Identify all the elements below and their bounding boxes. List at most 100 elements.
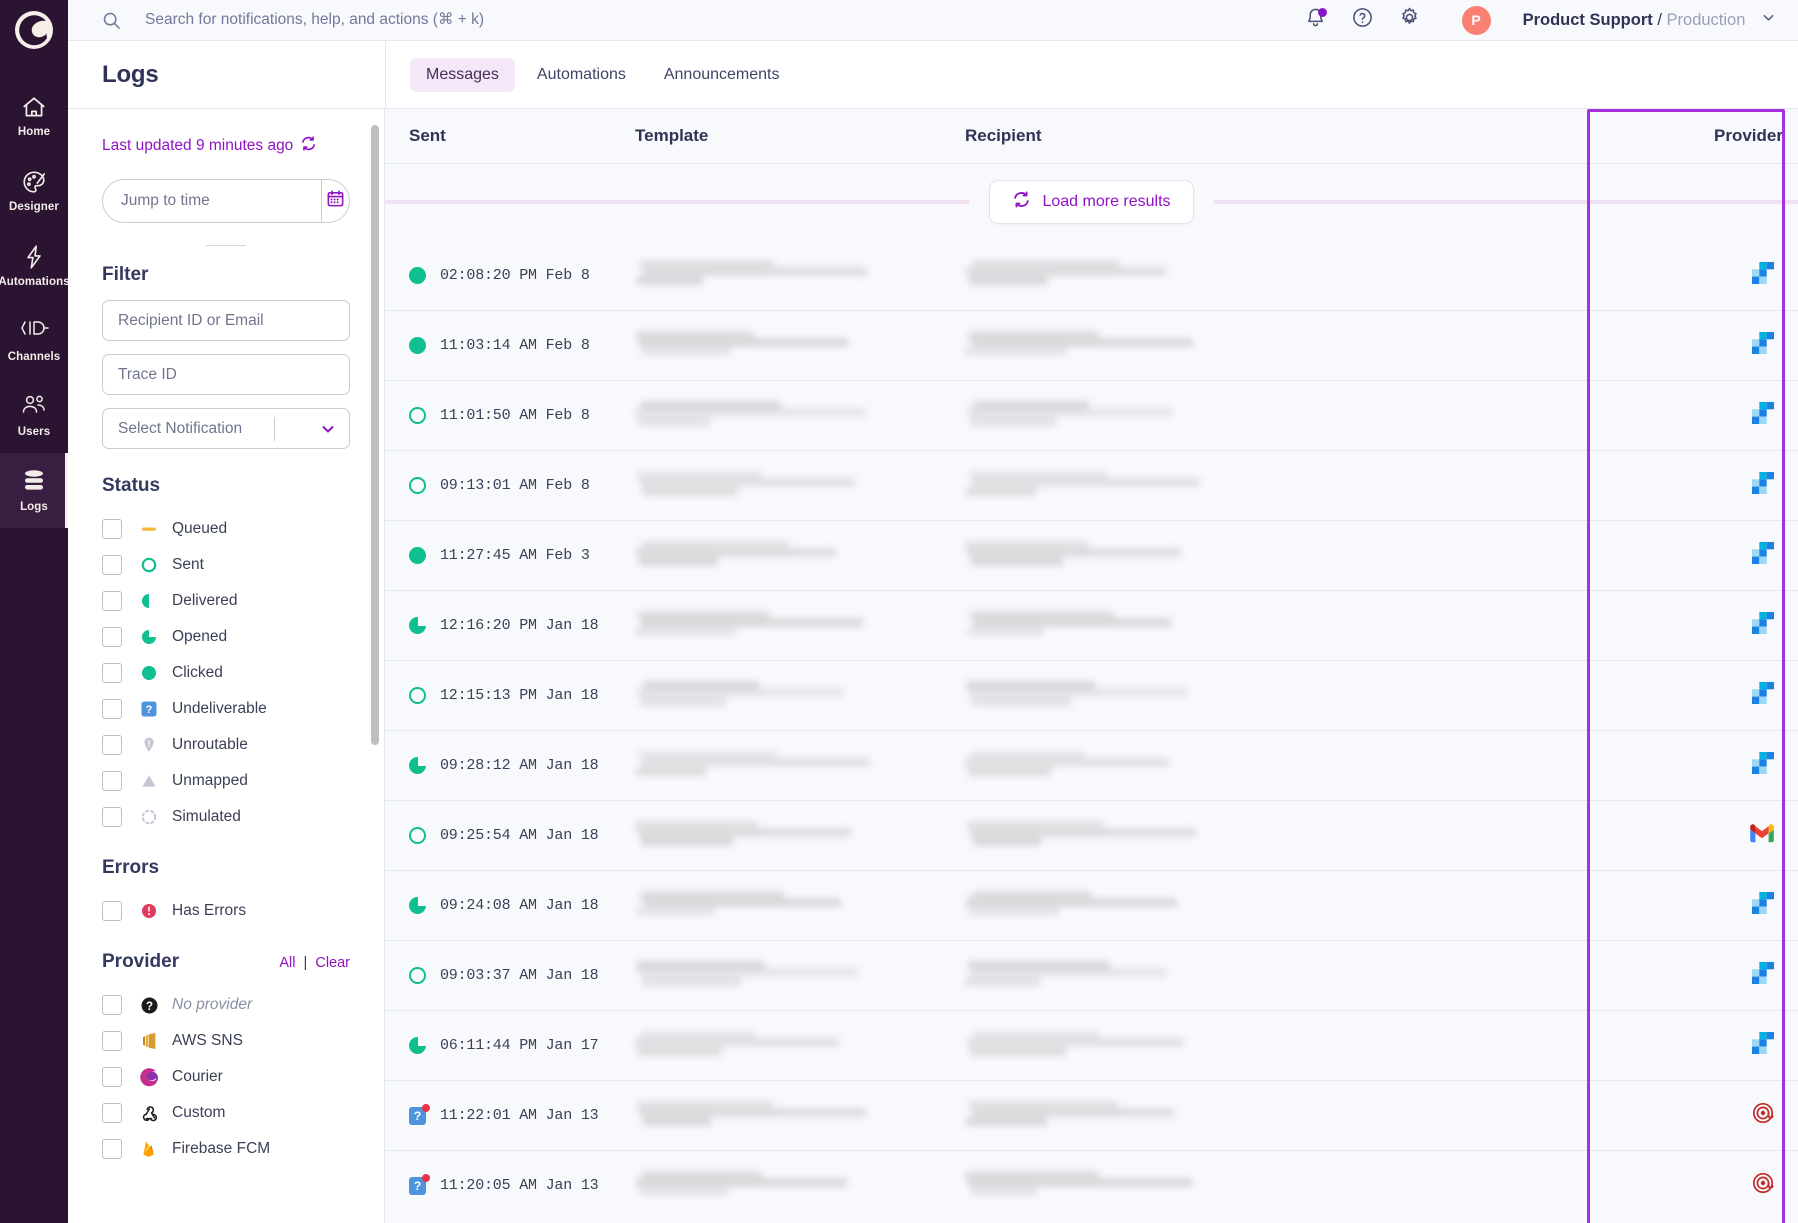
cell-sent: 11:03:14 AM Feb 8 [385, 337, 635, 354]
queued-dash-icon [133, 520, 165, 538]
filter-panel: Last updated 9 minutes ago Jump to time … [68, 109, 385, 1223]
checkbox[interactable] [102, 995, 122, 1015]
provider-filter-courier[interactable]: Courier [102, 1059, 350, 1095]
status-filter-delivered[interactable]: Delivered [102, 583, 350, 619]
tab-automations[interactable]: Automations [521, 58, 642, 92]
redacted-recipient-text [965, 1169, 1600, 1203]
courier-logo[interactable] [0, 4, 68, 56]
unmapped-triangle-icon [133, 772, 165, 790]
column-header-sent[interactable]: Sent [385, 126, 635, 146]
checkbox[interactable] [102, 901, 122, 921]
table-row[interactable]: 12:16:20 PM Jan 18 [385, 590, 1798, 660]
sidebar-item-home[interactable]: Home [0, 78, 68, 153]
table-body: 02:08:20 PM Feb 8 11:03:14 AM Feb 8 11:01:… [385, 240, 1798, 1220]
redacted-recipient-text [965, 609, 1600, 643]
checkbox[interactable] [102, 735, 122, 755]
checkbox[interactable] [102, 663, 122, 683]
load-more-line-right [1213, 200, 1798, 204]
load-more-band: Load more results [385, 164, 1798, 240]
tab-messages[interactable]: Messages [410, 57, 515, 92]
provider-clear[interactable]: Clear [315, 955, 350, 971]
checkbox[interactable] [102, 807, 122, 827]
table-row[interactable]: 06:11:44 PM Jan 17 [385, 1010, 1798, 1080]
checkbox[interactable] [102, 771, 122, 791]
cell-template [635, 399, 965, 433]
status-sent-icon [409, 967, 426, 984]
status-filter-unmapped[interactable]: Unmapped [102, 763, 350, 799]
status-filter-opened[interactable]: Opened [102, 619, 350, 655]
table-row[interactable]: 09:24:08 AM Jan 18 [385, 870, 1798, 940]
provider-filter-no-provider[interactable]: ? No provider [102, 987, 350, 1023]
checkbox[interactable] [102, 1067, 122, 1087]
sidebar-item-automations[interactable]: Automations [0, 228, 70, 303]
table-row[interactable]: 02:08:20 PM Feb 8 [385, 240, 1798, 310]
redacted-recipient-text [965, 539, 1600, 573]
status-opened-icon [409, 1037, 426, 1054]
checkbox[interactable] [102, 627, 122, 647]
select-divider [274, 416, 276, 441]
cell-sent: 12:16:20 PM Jan 18 [385, 617, 635, 634]
table-row[interactable]: 09:13:01 AM Feb 8 [385, 450, 1798, 520]
select-notification-dropdown[interactable]: Select Notification [102, 408, 350, 449]
table-row[interactable]: 09:03:37 AM Jan 18 [385, 940, 1798, 1010]
checkbox[interactable] [102, 555, 122, 575]
table-row[interactable]: ? 11:20:05 AM Jan 13 [385, 1150, 1798, 1220]
table-row[interactable]: 09:28:12 AM Jan 18 [385, 730, 1798, 800]
sidebar-item-channels[interactable]: Channels [0, 303, 68, 378]
jump-to-time-calendar-button[interactable] [321, 180, 349, 222]
table-header-row: Sent Template Recipient Provider [385, 109, 1798, 164]
filter-panel-scrollbar[interactable] [371, 125, 379, 745]
checkbox[interactable] [102, 699, 122, 719]
delivered-half-icon [133, 592, 165, 610]
table-row[interactable]: 09:25:54 AM Jan 18 [385, 800, 1798, 870]
table-row[interactable]: 12:15:13 PM Jan 18 [385, 660, 1798, 730]
help-button[interactable] [1350, 7, 1376, 33]
status-filter-sent[interactable]: Sent [102, 547, 350, 583]
provider-filter-custom[interactable]: Custom [102, 1095, 350, 1131]
tab-announcements[interactable]: Announcements [648, 58, 796, 92]
checkbox[interactable] [102, 1031, 122, 1051]
redacted-template-text [635, 399, 965, 433]
column-header-template[interactable]: Template [635, 126, 965, 146]
status-filter-clicked[interactable]: Clicked [102, 655, 350, 691]
trace-id-input[interactable] [102, 354, 350, 395]
column-header-recipient[interactable]: Recipient [965, 126, 1600, 146]
recipient-id-or-email-input[interactable] [102, 300, 350, 341]
sendgrid-icon [1752, 752, 1774, 779]
provider-select-all[interactable]: All [279, 955, 295, 971]
sidebar-item-logs[interactable]: Logs [0, 453, 68, 528]
error-filter-has-errors[interactable]: Has Errors [102, 893, 350, 929]
notifications-button[interactable] [1303, 7, 1329, 33]
cell-provider [1600, 542, 1798, 569]
jump-to-time-input[interactable] [103, 192, 321, 210]
status-filter-unroutable[interactable]: Unroutable [102, 727, 350, 763]
load-more-results-button[interactable]: Load more results [989, 180, 1194, 224]
workspace-switcher[interactable]: Product Support / Production [1523, 10, 1776, 30]
checkbox[interactable] [102, 519, 122, 539]
redacted-recipient-text [965, 1099, 1600, 1133]
table-row[interactable]: 11:03:14 AM Feb 8 [385, 310, 1798, 380]
status-filter-simulated[interactable]: Simulated [102, 799, 350, 835]
provider-filter-firebase-fcm[interactable]: Firebase FCM [102, 1131, 350, 1167]
status-filter-undeliverable[interactable]: ? Undeliverable [102, 691, 350, 727]
table-row[interactable]: 11:27:45 AM Feb 3 [385, 520, 1798, 590]
question-circle-icon [1351, 6, 1374, 34]
sidebar-item-users[interactable]: Users [0, 378, 68, 453]
cell-template [635, 889, 965, 923]
last-updated-refresh[interactable]: Last updated 9 minutes ago [102, 135, 350, 157]
table-row[interactable]: ? 11:22:01 AM Jan 13 [385, 1080, 1798, 1150]
table-row[interactable]: 11:01:50 AM Feb 8 [385, 380, 1798, 450]
status-filter-queued[interactable]: Queued [102, 511, 350, 547]
search-input[interactable] [145, 11, 1303, 29]
settings-button[interactable] [1397, 7, 1423, 33]
status-label: Simulated [172, 808, 241, 825]
provider-filter-aws-sns[interactable]: AWS SNS [102, 1023, 350, 1059]
checkbox[interactable] [102, 1139, 122, 1159]
avatar[interactable]: P [1461, 5, 1491, 35]
sendgrid-icon [1752, 1032, 1774, 1059]
last-updated-label: Last updated 9 minutes ago [102, 137, 294, 154]
checkbox[interactable] [102, 591, 122, 611]
checkbox[interactable] [102, 1103, 122, 1123]
column-header-provider[interactable]: Provider [1600, 126, 1798, 146]
sidebar-item-designer[interactable]: Designer [0, 153, 68, 228]
